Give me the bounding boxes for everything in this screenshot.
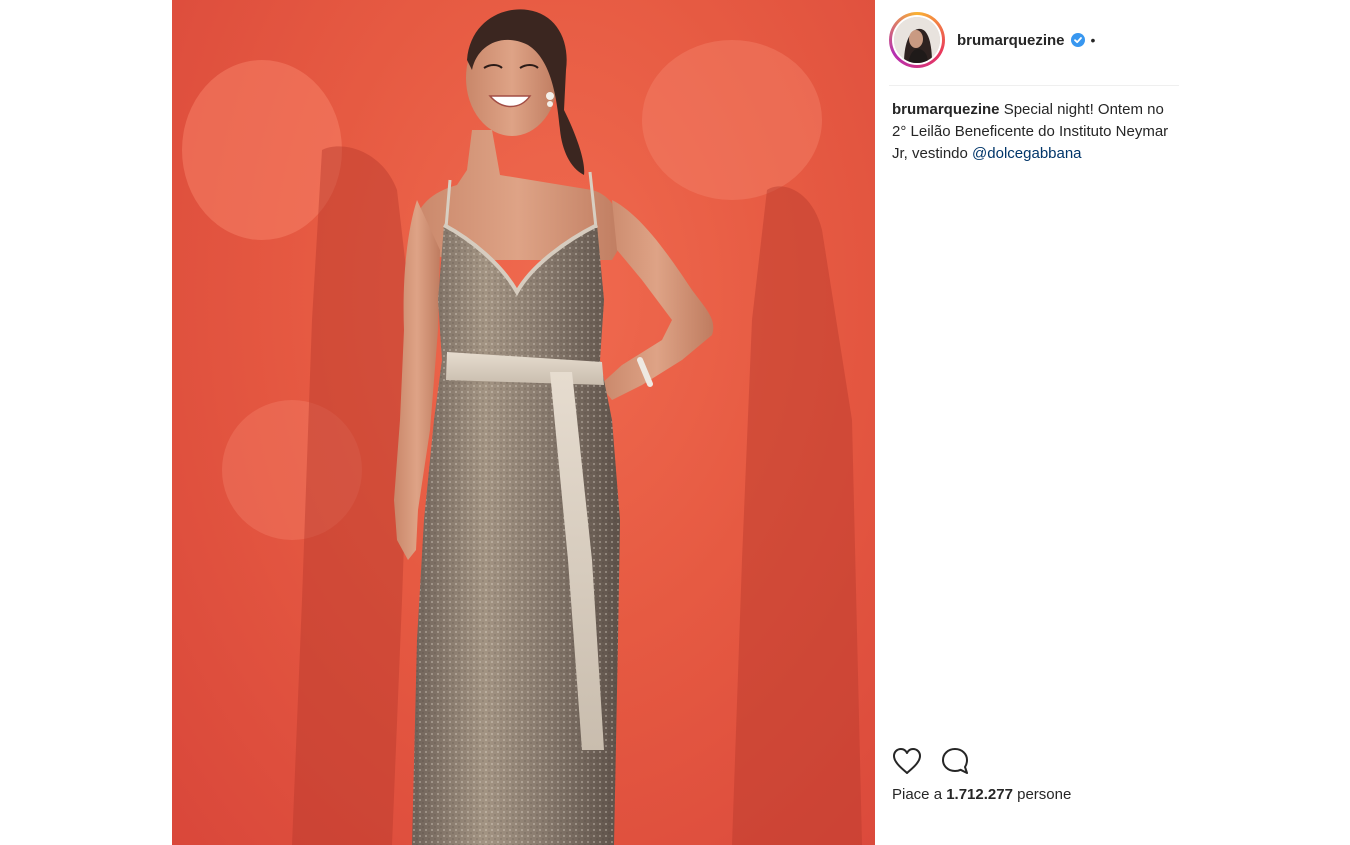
post-side-panel: brumarquezine • brumarquezine Special ni… <box>875 0 1195 845</box>
avatar-frame <box>892 15 942 65</box>
likes-suffix: persone <box>1012 786 1072 803</box>
verified-badge-icon <box>1070 33 1085 47</box>
like-button[interactable] <box>891 745 923 777</box>
instagram-post-view: brumarquezine • brumarquezine Special ni… <box>0 0 1350 845</box>
username-link[interactable]: brumarquezine <box>957 32 1065 49</box>
header-divider <box>889 85 1179 86</box>
likes-count[interactable]: Piace a 1.712.277 persone <box>892 786 1071 803</box>
comment-bubble-icon <box>942 748 968 774</box>
post-header: brumarquezine • <box>889 10 1179 70</box>
caption-mention-link[interactable]: @dolcegabbana <box>972 145 1081 162</box>
likes-number: 1.712.277 <box>946 786 1013 803</box>
header-separator: • <box>1090 32 1096 48</box>
avatar[interactable] <box>894 17 940 63</box>
post-caption: brumarquezine Special night! Ontem no 2°… <box>892 99 1182 165</box>
avatar-image <box>894 17 940 63</box>
heart-icon <box>893 748 921 774</box>
caption-username-link[interactable]: brumarquezine <box>892 101 1000 118</box>
post-photo[interactable] <box>172 0 875 845</box>
woman-in-sequin-dress-illustration <box>182 9 862 845</box>
likes-prefix: Piace a <box>892 786 947 803</box>
comment-button[interactable] <box>939 745 971 777</box>
story-ring[interactable] <box>889 12 945 68</box>
post-actions <box>891 745 987 777</box>
